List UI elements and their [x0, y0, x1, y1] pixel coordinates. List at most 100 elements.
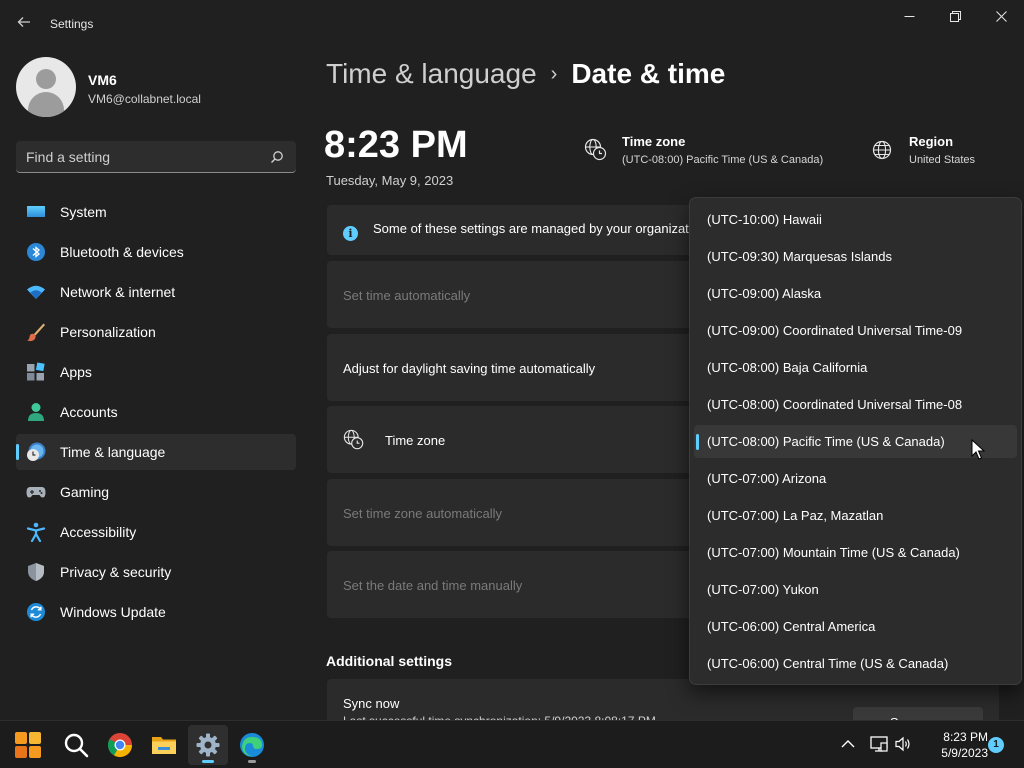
sidebar-item-time-language[interactable]: Time & language — [16, 434, 296, 470]
sidebar-item-accessibility[interactable]: Accessibility — [16, 514, 296, 550]
region-summary-title: Region — [909, 134, 954, 149]
globe-clock-icon — [343, 429, 364, 450]
wifi-icon — [26, 282, 46, 302]
restore-icon — [949, 10, 961, 22]
sidebar-item-privacy-security[interactable]: Privacy & security — [16, 554, 296, 590]
file-explorer-button[interactable] — [144, 725, 184, 765]
timezone-option-label: (UTC-07:00) Arizona — [707, 471, 827, 486]
notification-badge[interactable]: 1 — [988, 737, 1004, 753]
timezone-option[interactable]: (UTC-06:00) Central Time (US & Canada) — [694, 647, 1017, 680]
timezone-summary-value: (UTC-08:00) Pacific Time (US & Canada) — [622, 154, 824, 166]
sidebar-item-apps[interactable]: Apps — [16, 354, 296, 390]
profile-name: VM6 — [88, 72, 117, 88]
minimize-icon — [904, 15, 914, 17]
title-bar: Settings — [0, 0, 1024, 48]
shield-icon — [26, 562, 46, 582]
timezone-option-label: (UTC-09:30) Marquesas Islands — [707, 249, 892, 264]
settings-taskbar-button[interactable] — [188, 725, 228, 765]
sidebar-item-system[interactable]: System — [16, 194, 296, 230]
accessibility-icon — [26, 522, 46, 542]
avatar[interactable] — [16, 57, 76, 117]
search-icon — [64, 733, 89, 758]
gamepad-icon — [26, 482, 46, 502]
close-button[interactable] — [978, 0, 1024, 32]
timezone-option-label: (UTC-06:00) Central America — [707, 619, 876, 634]
region-summary-value: United States — [909, 154, 976, 166]
timezone-option-label: (UTC-07:00) Mountain Time (US & Canada) — [707, 545, 960, 560]
brush-icon — [26, 322, 46, 342]
timezone-option-label: (UTC-09:00) Coordinated Universal Time-0… — [707, 323, 963, 338]
globe-icon — [872, 140, 892, 160]
timezone-option[interactable]: (UTC-08:00) Baja California — [694, 351, 1017, 384]
timezone-option[interactable]: (UTC-07:00) Arizona — [694, 462, 1017, 495]
sidebar-item-accounts[interactable]: Accounts — [16, 394, 296, 430]
breadcrumb: Time & language › Date & time — [326, 58, 725, 90]
update-icon — [26, 602, 46, 622]
timezone-option-label: (UTC-07:00) Yukon — [707, 582, 819, 597]
volume-tray-button[interactable] — [894, 735, 914, 755]
current-time: 8:23 PM — [324, 124, 468, 166]
accounts-icon — [26, 402, 46, 422]
breadcrumb-parent[interactable]: Time & language — [326, 58, 537, 90]
timezone-option[interactable]: (UTC-07:00) Mountain Time (US & Canada) — [694, 536, 1017, 569]
edge-icon — [240, 733, 264, 757]
current-date: Tuesday, May 9, 2023 — [326, 173, 454, 188]
timezone-option[interactable]: (UTC-06:00) Central America — [694, 610, 1017, 643]
search-icon[interactable] — [270, 150, 284, 164]
app-title: Settings — [50, 17, 94, 31]
volume-icon — [895, 736, 910, 752]
search-input[interactable] — [26, 147, 266, 167]
start-icon — [15, 732, 41, 758]
taskbar-clock[interactable]: 8:23 PM 5/9/2023 — [916, 729, 988, 761]
timezone-option[interactable]: (UTC-07:00) Yukon — [694, 573, 1017, 606]
settings-icon — [196, 733, 220, 757]
timezone-option-label: (UTC-06:00) Central Time (US & Canada) — [707, 656, 949, 671]
sidebar-item-bluetooth[interactable]: Bluetooth & devices — [16, 234, 296, 270]
show-hidden-icons-button[interactable] — [839, 735, 859, 755]
timezone-option[interactable]: (UTC-08:00) Coordinated Universal Time-0… — [694, 388, 1017, 421]
timezone-option-label: (UTC-08:00) Baja California — [707, 360, 868, 375]
timezone-option[interactable]: (UTC-08:00) Pacific Time (US & Canada) — [694, 425, 1017, 458]
profile-email: VM6@collabnet.local — [88, 92, 201, 106]
start-button[interactable] — [8, 725, 48, 765]
timezone-option[interactable]: (UTC-09:00) Coordinated Universal Time-0… — [694, 314, 1017, 347]
additional-settings-heading: Additional settings — [326, 653, 452, 669]
timezone-summary-title: Time zone — [622, 134, 686, 149]
timezone-option-label: (UTC-10:00) Hawaii — [707, 212, 822, 227]
edge-button[interactable] — [232, 725, 272, 765]
network-tray-button[interactable] — [870, 735, 890, 755]
minimize-button[interactable] — [886, 0, 932, 32]
chrome-icon — [107, 733, 132, 758]
managed-notice-text: Some of these settings are managed by yo… — [373, 221, 710, 236]
search-box[interactable] — [16, 141, 296, 173]
taskbar-time: 8:23 PM — [943, 730, 988, 744]
chevron-up-icon — [841, 740, 855, 748]
sync-now-title: Sync now — [343, 696, 400, 711]
globe-clock-icon — [584, 138, 607, 161]
network-icon — [870, 736, 888, 752]
file-explorer-icon — [152, 737, 176, 754]
sidebar-nav: System Bluetooth & devices Network & int… — [16, 194, 296, 634]
bluetooth-icon — [26, 242, 46, 262]
timezone-option-label: (UTC-07:00) La Paz, Mazatlan — [707, 508, 884, 523]
sidebar-item-gaming[interactable]: Gaming — [16, 474, 296, 510]
timezone-option[interactable]: (UTC-09:00) Alaska — [694, 277, 1017, 310]
chrome-button[interactable] — [100, 725, 140, 765]
timezone-option-label: (UTC-08:00) Pacific Time (US & Canada) — [707, 434, 945, 449]
timezone-option[interactable]: (UTC-09:30) Marquesas Islands — [694, 240, 1017, 273]
timezone-option[interactable]: (UTC-07:00) La Paz, Mazatlan — [694, 499, 1017, 532]
taskbar-date: 5/9/2023 — [941, 746, 988, 760]
sidebar-item-personalization[interactable]: Personalization — [16, 314, 296, 350]
apps-icon — [26, 362, 46, 382]
timezone-option[interactable]: (UTC-10:00) Hawaii — [694, 203, 1017, 236]
maximize-button[interactable] — [932, 0, 978, 32]
taskbar: 8:23 PM 5/9/2023 1 — [0, 720, 1024, 768]
page-title: Date & time — [571, 58, 726, 89]
taskbar-search-button[interactable] — [56, 725, 96, 765]
sidebar-item-windows-update[interactable]: Windows Update — [16, 594, 296, 630]
back-arrow-icon[interactable] — [14, 14, 34, 34]
info-icon: i — [343, 226, 358, 241]
mouse-cursor-icon — [971, 439, 985, 460]
sidebar-item-network[interactable]: Network & internet — [16, 274, 296, 310]
close-icon — [995, 10, 1007, 22]
